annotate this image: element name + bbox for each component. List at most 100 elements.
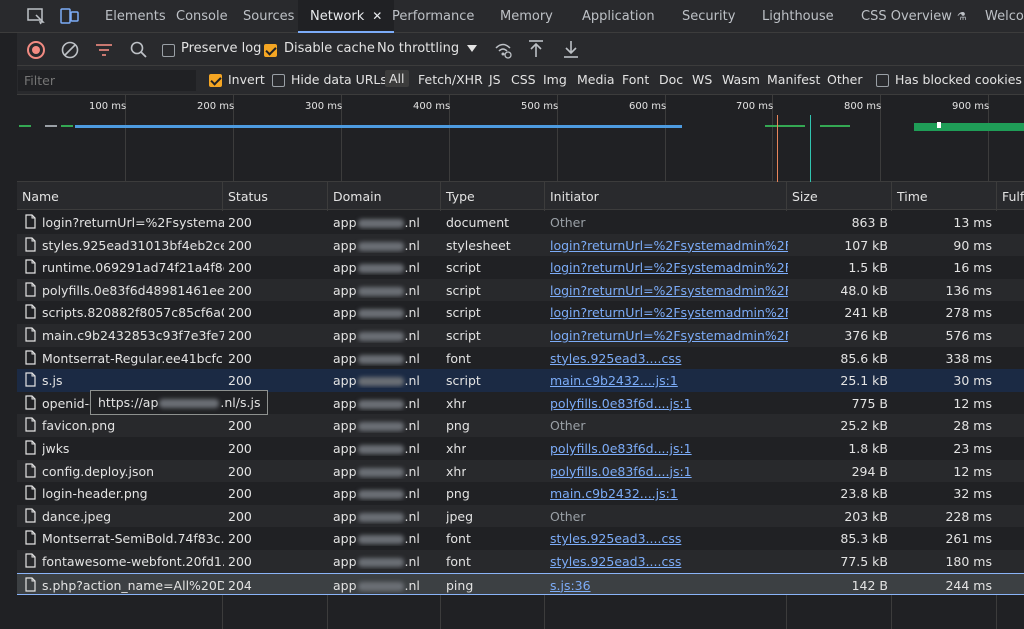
- request-name[interactable]: dance.jpeg: [42, 509, 224, 524]
- request-name[interactable]: s.js: [42, 373, 224, 388]
- table-row[interactable]: fontawesome-webfont.20fd1... 200 app .nl fon…: [17, 550, 1024, 573]
- tab-sources[interactable]: Sources: [243, 0, 294, 33]
- request-initiator[interactable]: login?returnUrl=%2Fsystemadmin%2Fs...: [550, 328, 788, 343]
- network-overview-timeline[interactable]: 100 ms 200 ms 300 ms 400 ms 500 ms 600 ms 700 …: [17, 95, 1024, 182]
- table-row[interactable]: polyfills.0e83f6d48981461ee... 200 app .nl s…: [17, 278, 1024, 302]
- request-initiator[interactable]: styles.925ead3....css: [550, 554, 788, 569]
- type-filter-other[interactable]: Other: [827, 72, 863, 87]
- table-row[interactable]: scripts.820882f8057c85cf6a0... 200 app .nl s…: [17, 301, 1024, 324]
- close-icon[interactable]: ✕: [372, 9, 382, 23]
- type-filter-img[interactable]: Img: [543, 72, 567, 87]
- table-row[interactable]: config.deploy.json 200 app .nl xhr polyfills.…: [17, 459, 1024, 483]
- disable-cache-checkbox[interactable]: [264, 43, 277, 58]
- invert-checkbox[interactable]: [209, 73, 222, 88]
- domain-suffix: .nl: [404, 328, 420, 343]
- tab-application[interactable]: Application: [582, 0, 655, 33]
- record-stop-icon[interactable]: [26, 40, 46, 60]
- table-row[interactable]: dance.jpeg 200 app .nl jpeg Other 203 kB 228 ms: [17, 504, 1024, 528]
- request-initiator[interactable]: polyfills.0e83f6d....js:1: [550, 396, 788, 411]
- table-row[interactable]: login-header.png 200 app .nl png main.c9b2432…: [17, 482, 1024, 505]
- table-row[interactable]: Montserrat-Regular.ee41bcfc... 200 app .nl f…: [17, 346, 1024, 370]
- column-header-initiator[interactable]: Initiator: [550, 189, 599, 204]
- request-name[interactable]: config.deploy.json: [42, 464, 224, 479]
- tab-performance[interactable]: Performance: [392, 0, 474, 33]
- tab-css-overview[interactable]: CSS Overview ⚗: [861, 0, 967, 33]
- request-initiator[interactable]: s.js:36: [550, 578, 788, 593]
- tab-lighthouse[interactable]: Lighthouse: [762, 0, 834, 33]
- request-initiator[interactable]: login?returnUrl=%2Fsystemadmin%2Fs...: [550, 260, 788, 275]
- table-row[interactable]: jwks 200 app .nl xhr polyfills.0e83f6d....js:…: [17, 437, 1024, 460]
- request-domain: app .nl: [333, 554, 420, 569]
- request-type: script: [446, 373, 481, 389]
- request-initiator[interactable]: main.c9b2432....js:1: [550, 486, 788, 501]
- table-row[interactable]: Montserrat-SemiBold.74f83c... 200 app .nl fo…: [17, 527, 1024, 550]
- import-har-icon[interactable]: [527, 39, 545, 59]
- column-header-name[interactable]: Name: [22, 189, 59, 204]
- request-name[interactable]: fontawesome-webfont.20fd1...: [42, 554, 224, 569]
- type-filter-font[interactable]: Font: [622, 72, 649, 87]
- column-header-domain[interactable]: Domain: [333, 189, 382, 204]
- request-name[interactable]: Montserrat-SemiBold.74f83c...: [42, 531, 224, 546]
- request-size: 23.8 kB: [840, 486, 888, 502]
- column-header-time[interactable]: Time: [897, 189, 928, 204]
- throttling-select[interactable]: No throttling: [371, 37, 483, 61]
- column-header-type[interactable]: Type: [446, 189, 475, 204]
- table-row[interactable]: favicon.png 200 app .nl png Other 25.2 kB 28 ms: [17, 414, 1024, 437]
- tab-elements[interactable]: Elements: [105, 0, 166, 33]
- request-name[interactable]: main.c9b2432853c93f7e3fe7.js: [42, 328, 224, 343]
- request-initiator[interactable]: login?returnUrl=%2Fsystemadmin%2Fs...: [550, 238, 788, 253]
- type-filter-all[interactable]: All: [385, 70, 409, 87]
- table-row[interactable]: styles.925ead31013bf4eb2ce... 200 app .nl st…: [17, 233, 1024, 257]
- request-initiator[interactable]: styles.925ead3....css: [550, 351, 788, 366]
- filter-icon[interactable]: [94, 41, 114, 59]
- type-filter-css[interactable]: CSS: [511, 72, 536, 87]
- type-filter-media[interactable]: Media: [577, 72, 615, 87]
- request-name[interactable]: login?returnUrl=%2Fsystema...: [42, 215, 224, 230]
- inspect-element-icon[interactable]: [26, 7, 46, 25]
- network-conditions-icon[interactable]: [493, 40, 513, 60]
- tab-console[interactable]: Console: [176, 0, 228, 33]
- request-initiator[interactable]: polyfills.0e83f6d....js:1: [550, 441, 788, 456]
- request-name[interactable]: scripts.820882f8057c85cf6a0...: [42, 305, 224, 320]
- tab-welco[interactable]: Welco: [985, 0, 1024, 33]
- request-name[interactable]: Montserrat-Regular.ee41bcfc...: [42, 351, 224, 366]
- preserve-log-checkbox[interactable]: [162, 43, 175, 58]
- request-size: 107 kB: [844, 237, 888, 253]
- column-header-status[interactable]: Status: [228, 189, 268, 204]
- request-name[interactable]: runtime.069291ad74f21a4f8c...: [42, 260, 224, 275]
- type-filter-manifest[interactable]: Manifest: [767, 72, 820, 87]
- type-filter-doc[interactable]: Doc: [659, 72, 683, 87]
- blocked-cookies-checkbox[interactable]: [876, 73, 889, 88]
- request-name[interactable]: styles.925ead31013bf4eb2ce...: [42, 238, 224, 253]
- column-header-fulfi[interactable]: Fulfi: [1002, 189, 1024, 204]
- table-row[interactable]: main.c9b2432853c93f7e3fe7.js 200 app .nl scr…: [17, 324, 1024, 347]
- request-name[interactable]: polyfills.0e83f6d48981461ee...: [42, 283, 224, 298]
- device-toolbar-icon[interactable]: [60, 7, 80, 25]
- request-initiator[interactable]: login?returnUrl=%2Fsystemadmin%2Fs...: [550, 305, 788, 320]
- hide-data-urls-checkbox[interactable]: [272, 73, 285, 88]
- request-name[interactable]: s.php?action_name=All%20D...: [42, 578, 224, 593]
- table-row[interactable]: login?returnUrl=%2Fsystema... 200 app .nl do…: [17, 211, 1024, 234]
- type-filter-wasm[interactable]: Wasm: [722, 72, 760, 87]
- request-initiator[interactable]: polyfills.0e83f6d....js:1: [550, 464, 788, 479]
- filter-input[interactable]: [18, 70, 196, 91]
- column-header-size[interactable]: Size: [792, 189, 818, 204]
- export-har-icon[interactable]: [562, 39, 580, 59]
- type-filter-js[interactable]: JS: [489, 72, 501, 87]
- request-name[interactable]: favicon.png: [42, 418, 224, 433]
- tab-security[interactable]: Security: [682, 0, 735, 33]
- request-initiator[interactable]: main.c9b2432....js:1: [550, 373, 788, 388]
- request-name[interactable]: jwks: [42, 441, 224, 456]
- tab-memory[interactable]: Memory: [500, 0, 553, 33]
- clear-icon[interactable]: [60, 40, 80, 60]
- tab-network[interactable]: Network ✕: [298, 0, 395, 33]
- request-initiator[interactable]: login?returnUrl=%2Fsystemadmin%2Fs...: [550, 283, 788, 298]
- type-filter-fetchxhr[interactable]: Fetch/XHR: [418, 72, 483, 87]
- request-name[interactable]: login-header.png: [42, 486, 224, 501]
- type-filter-ws[interactable]: WS: [692, 72, 712, 87]
- table-row[interactable]: s.js 200 app .nl script main.c9b2432....js:1 2…: [17, 369, 1024, 392]
- request-initiator[interactable]: styles.925ead3....css: [550, 531, 788, 546]
- table-row[interactable]: runtime.069291ad74f21a4f8c... 200 app .nl sc…: [17, 256, 1024, 279]
- search-icon[interactable]: [129, 40, 149, 60]
- table-row[interactable]: s.php?action_name=All%20D... 204 app .nl pin…: [17, 572, 1024, 596]
